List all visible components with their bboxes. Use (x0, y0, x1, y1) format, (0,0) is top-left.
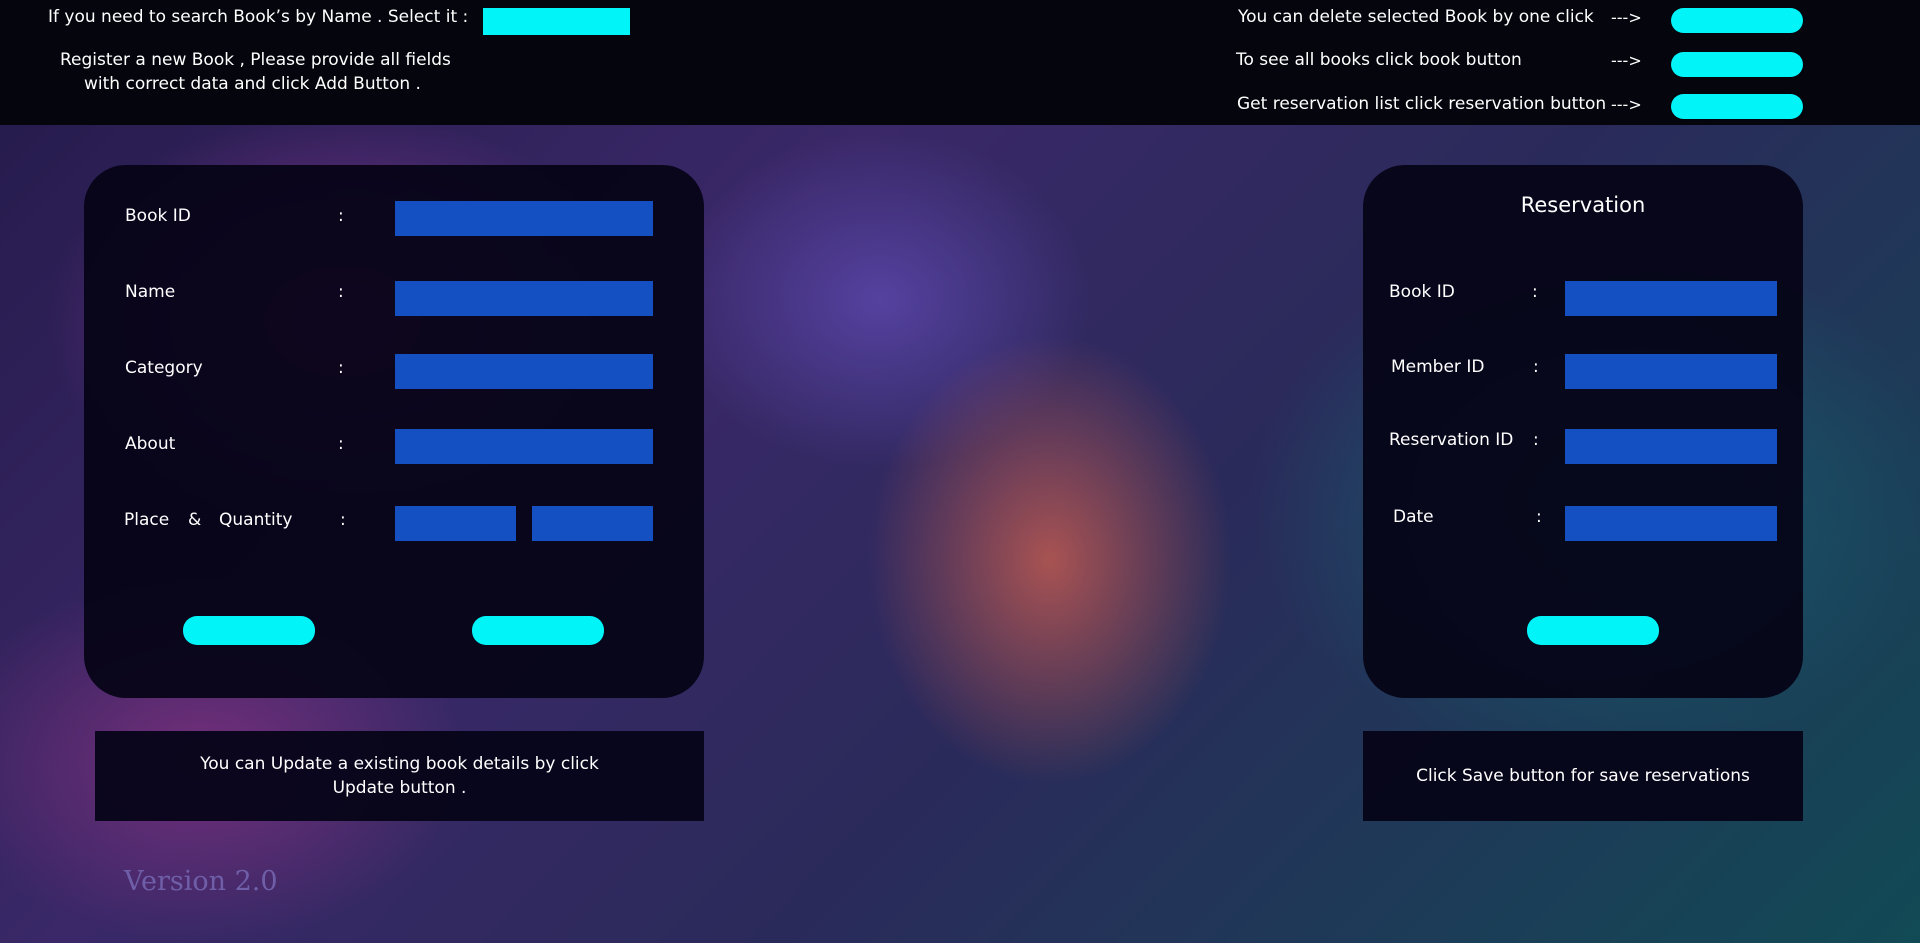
update-button[interactable] (472, 616, 604, 645)
top-bar: If you need to search Book’s by Name . S… (0, 0, 1920, 125)
member-id-input[interactable] (1565, 354, 1777, 389)
delete-button[interactable] (1671, 8, 1803, 33)
category-colon: : (338, 358, 344, 378)
date-input[interactable] (1565, 506, 1777, 541)
place-input[interactable] (395, 506, 516, 541)
add-button[interactable] (183, 616, 315, 645)
place-label: Place (124, 510, 170, 530)
register-instruction-line2: with correct data and click Add Button . (84, 74, 421, 94)
member-id-colon: : (1533, 357, 1539, 377)
search-instruction: If you need to search Book’s by Name . S… (48, 7, 469, 27)
reservation-title: Reservation (1520, 193, 1646, 217)
about-label: About (125, 434, 176, 454)
category-label: Category (125, 358, 203, 378)
quantity-input[interactable] (532, 506, 653, 541)
update-info-text: You can Update a existing book details b… (200, 752, 599, 800)
search-by-name-input[interactable] (483, 8, 630, 35)
books-instruction: To see all books click book button (1236, 50, 1522, 70)
save-reservation-button[interactable] (1527, 616, 1659, 645)
books-arrow: ---> (1611, 51, 1642, 70)
reservation-book-id-input[interactable] (1565, 281, 1777, 316)
update-info-line1: You can Update a existing book details b… (200, 754, 599, 774)
reservation-book-id-label: Book ID (1389, 282, 1455, 302)
name-colon: : (338, 282, 344, 302)
name-input[interactable] (395, 281, 653, 316)
name-label: Name (125, 282, 176, 302)
update-info-box: You can Update a existing book details b… (95, 731, 704, 821)
reservation-id-input[interactable] (1565, 429, 1777, 464)
reservation-list-button[interactable] (1671, 94, 1803, 119)
book-id-input[interactable] (395, 201, 653, 236)
books-button[interactable] (1671, 52, 1803, 77)
place-quantity-colon: : (340, 510, 346, 530)
register-instruction-line1: Register a new Book , Please provide all… (60, 50, 451, 70)
delete-instruction: You can delete selected Book by one clic… (1238, 7, 1594, 27)
reservation-id-label: Reservation ID (1389, 430, 1514, 450)
update-info-line2: Update button . (332, 778, 467, 798)
delete-arrow: ---> (1611, 8, 1642, 27)
reservation-panel: Reservation Book ID : Member ID : Reserv… (1363, 165, 1803, 698)
reservation-id-colon: : (1533, 430, 1539, 450)
category-input[interactable] (395, 354, 653, 389)
about-input[interactable] (395, 429, 653, 464)
book-form-panel: Book ID : Name : Category : About : Plac… (84, 165, 704, 698)
date-colon: : (1536, 507, 1542, 527)
book-id-colon: : (338, 206, 344, 226)
about-colon: : (338, 434, 344, 454)
reservation-book-id-colon: : (1532, 282, 1538, 302)
member-id-label: Member ID (1391, 357, 1485, 377)
reservation-list-arrow: ---> (1611, 95, 1642, 114)
quantity-label: Quantity (219, 510, 293, 530)
version-label: Version 2.0 (124, 866, 278, 897)
save-info-box: Click Save button for save reservations (1363, 731, 1803, 821)
date-label: Date (1393, 507, 1434, 527)
reservation-list-instruction: Get reservation list click reservation b… (1237, 94, 1607, 114)
book-id-label: Book ID (125, 206, 191, 226)
ampersand-label: & (188, 510, 202, 530)
save-info-text: Click Save button for save reservations (1416, 766, 1750, 786)
